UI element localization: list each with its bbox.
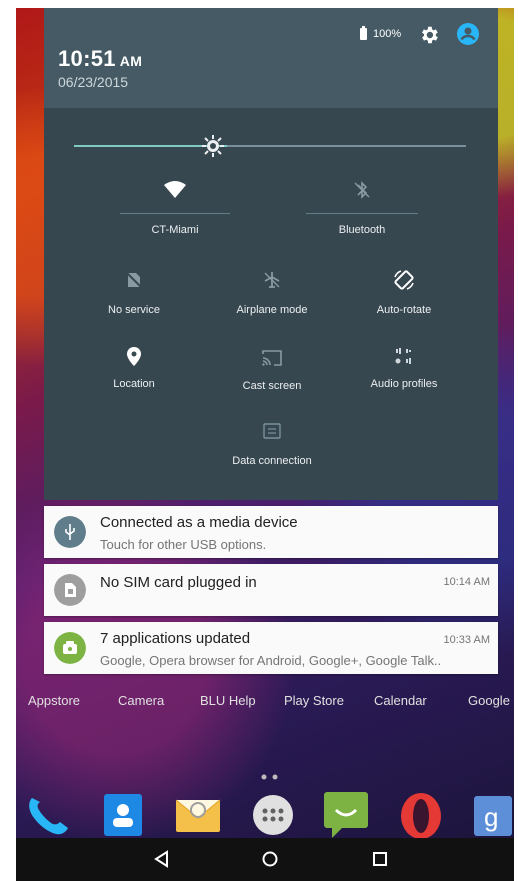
tile-auto-rotate[interactable]: Auto-rotate bbox=[344, 268, 464, 316]
messaging-icon[interactable] bbox=[322, 790, 372, 840]
settings-gear-icon[interactable] bbox=[418, 24, 440, 46]
tile-airplane-mode[interactable]: Airplane mode bbox=[212, 270, 332, 316]
battery-icon bbox=[360, 26, 367, 40]
app-update-icon bbox=[54, 632, 86, 664]
app-label-google[interactable]: Google bbox=[468, 693, 510, 708]
notification-time: 10:14 AM bbox=[443, 576, 490, 588]
notification-subtitle: Google, Opera browser for Android, Googl… bbox=[100, 653, 442, 668]
recents-icon[interactable] bbox=[370, 849, 390, 869]
navigation-bar bbox=[16, 838, 514, 881]
notification-title: 7 applications updated bbox=[100, 630, 251, 647]
location-label: Location bbox=[113, 378, 155, 390]
brightness-slider[interactable] bbox=[74, 145, 466, 147]
notification-usb[interactable]: Connected as a media device Touch for ot… bbox=[44, 506, 498, 558]
phone-icon[interactable] bbox=[22, 790, 72, 840]
opera-icon[interactable] bbox=[396, 790, 446, 840]
wifi-label: CT-Miami bbox=[151, 224, 199, 236]
tile-cast-screen[interactable]: Cast screen bbox=[212, 348, 332, 392]
data-connection-icon bbox=[263, 423, 281, 439]
auto-rotate-label: Auto-rotate bbox=[376, 304, 432, 316]
notification-title: No SIM card plugged in bbox=[100, 574, 257, 591]
notification-time: 10:33 AM bbox=[443, 634, 490, 646]
bluetooth-label: Bluetooth bbox=[338, 224, 386, 236]
app-drawer-icon[interactable] bbox=[248, 790, 298, 840]
cast-icon bbox=[262, 350, 282, 366]
airplane-icon bbox=[264, 272, 280, 288]
usb-icon bbox=[54, 516, 86, 548]
tile-wifi[interactable]: CT-Miami bbox=[120, 180, 230, 236]
audio-profiles-label: Audio profiles bbox=[370, 378, 438, 390]
user-avatar-icon[interactable] bbox=[456, 22, 480, 46]
quick-settings-panel: 10:51 AM 06/23/2015 100% CT-Miami Blueto… bbox=[44, 8, 498, 500]
phone-screen: Appstore Camera BLU Help Play Store Cale… bbox=[16, 8, 514, 881]
location-pin-icon bbox=[127, 347, 141, 366]
sim-card-icon bbox=[54, 574, 86, 606]
cast-label: Cast screen bbox=[242, 380, 302, 392]
auto-rotate-icon bbox=[394, 270, 414, 290]
audio-profiles-icon bbox=[395, 348, 411, 364]
tile-location[interactable]: Location bbox=[74, 346, 194, 390]
app-label-camera[interactable]: Camera bbox=[118, 693, 164, 708]
email-icon[interactable] bbox=[172, 790, 222, 840]
svg-text:g: g bbox=[484, 802, 498, 832]
date[interactable]: 06/23/2015 bbox=[58, 74, 128, 90]
battery-percent: 100% bbox=[373, 28, 402, 40]
data-connection-label: Data connection bbox=[232, 455, 312, 467]
home-icon[interactable] bbox=[260, 849, 280, 869]
tile-data-connection[interactable]: Data connection bbox=[212, 421, 332, 467]
page-indicator-dots bbox=[261, 774, 278, 780]
battery-indicator: 100% bbox=[360, 26, 402, 40]
app-label-blu-help[interactable]: BLU Help bbox=[200, 693, 256, 708]
no-signal-icon bbox=[125, 271, 143, 289]
google-search-icon[interactable]: g bbox=[472, 790, 514, 840]
app-label-play-store[interactable]: Play Store bbox=[284, 693, 344, 708]
contacts-icon[interactable] bbox=[98, 790, 148, 840]
quick-settings-header: 10:51 AM 06/23/2015 100% bbox=[44, 8, 498, 108]
tile-no-service[interactable]: No service bbox=[74, 270, 194, 316]
notification-no-sim[interactable]: No SIM card plugged in 10:14 AM bbox=[44, 564, 498, 616]
app-label-appstore[interactable]: Appstore bbox=[28, 693, 80, 708]
app-label-calendar[interactable]: Calendar bbox=[374, 693, 427, 708]
no-service-label: No service bbox=[108, 304, 160, 316]
notification-subtitle: Touch for other USB options. bbox=[100, 537, 267, 552]
back-icon[interactable] bbox=[152, 849, 172, 869]
tile-bluetooth[interactable]: Bluetooth bbox=[306, 180, 418, 236]
clock[interactable]: 10:51 AM bbox=[58, 46, 142, 72]
wifi-divider bbox=[120, 213, 230, 214]
notification-title: Connected as a media device bbox=[100, 514, 298, 531]
brightness-thumb-icon[interactable] bbox=[200, 133, 226, 159]
bluetooth-disabled-icon bbox=[354, 181, 370, 199]
bluetooth-divider bbox=[306, 213, 418, 214]
wifi-icon bbox=[164, 181, 186, 198]
tile-audio-profiles[interactable]: Audio profiles bbox=[344, 346, 464, 390]
notification-apps-updated[interactable]: 7 applications updated Google, Opera bro… bbox=[44, 622, 498, 674]
airplane-label: Airplane mode bbox=[236, 304, 308, 316]
